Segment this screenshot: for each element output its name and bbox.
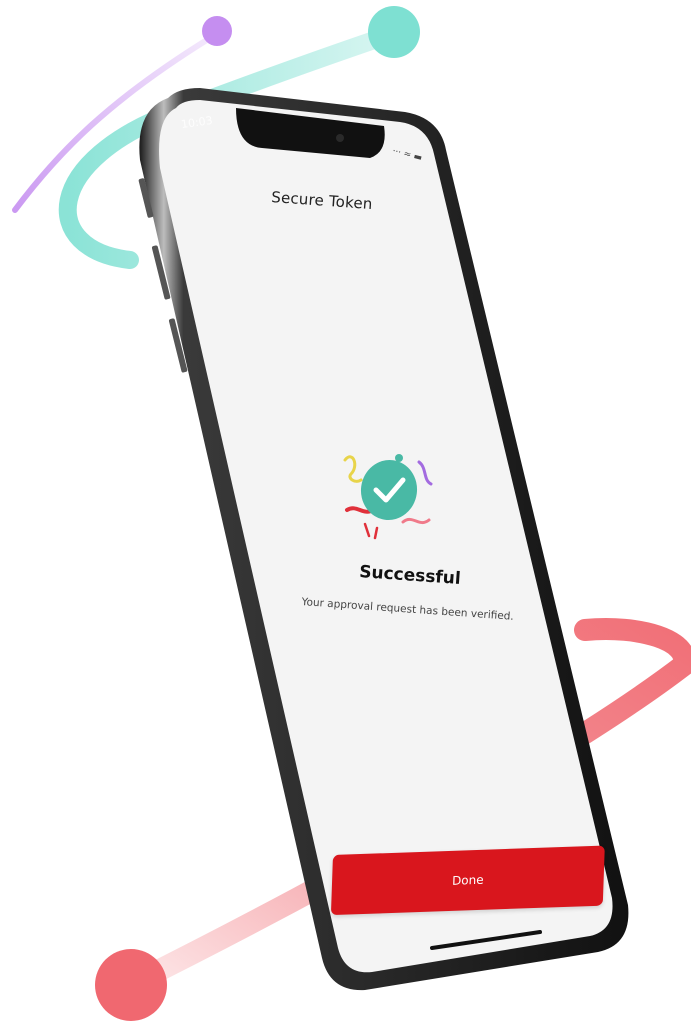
done-button[interactable]: Done [330,845,605,916]
checkmark-circle-icon [343,454,433,540]
promo-stage: 10:03 ··· ≈ ▬ Secure Token Successful Yo… [0,0,691,1026]
